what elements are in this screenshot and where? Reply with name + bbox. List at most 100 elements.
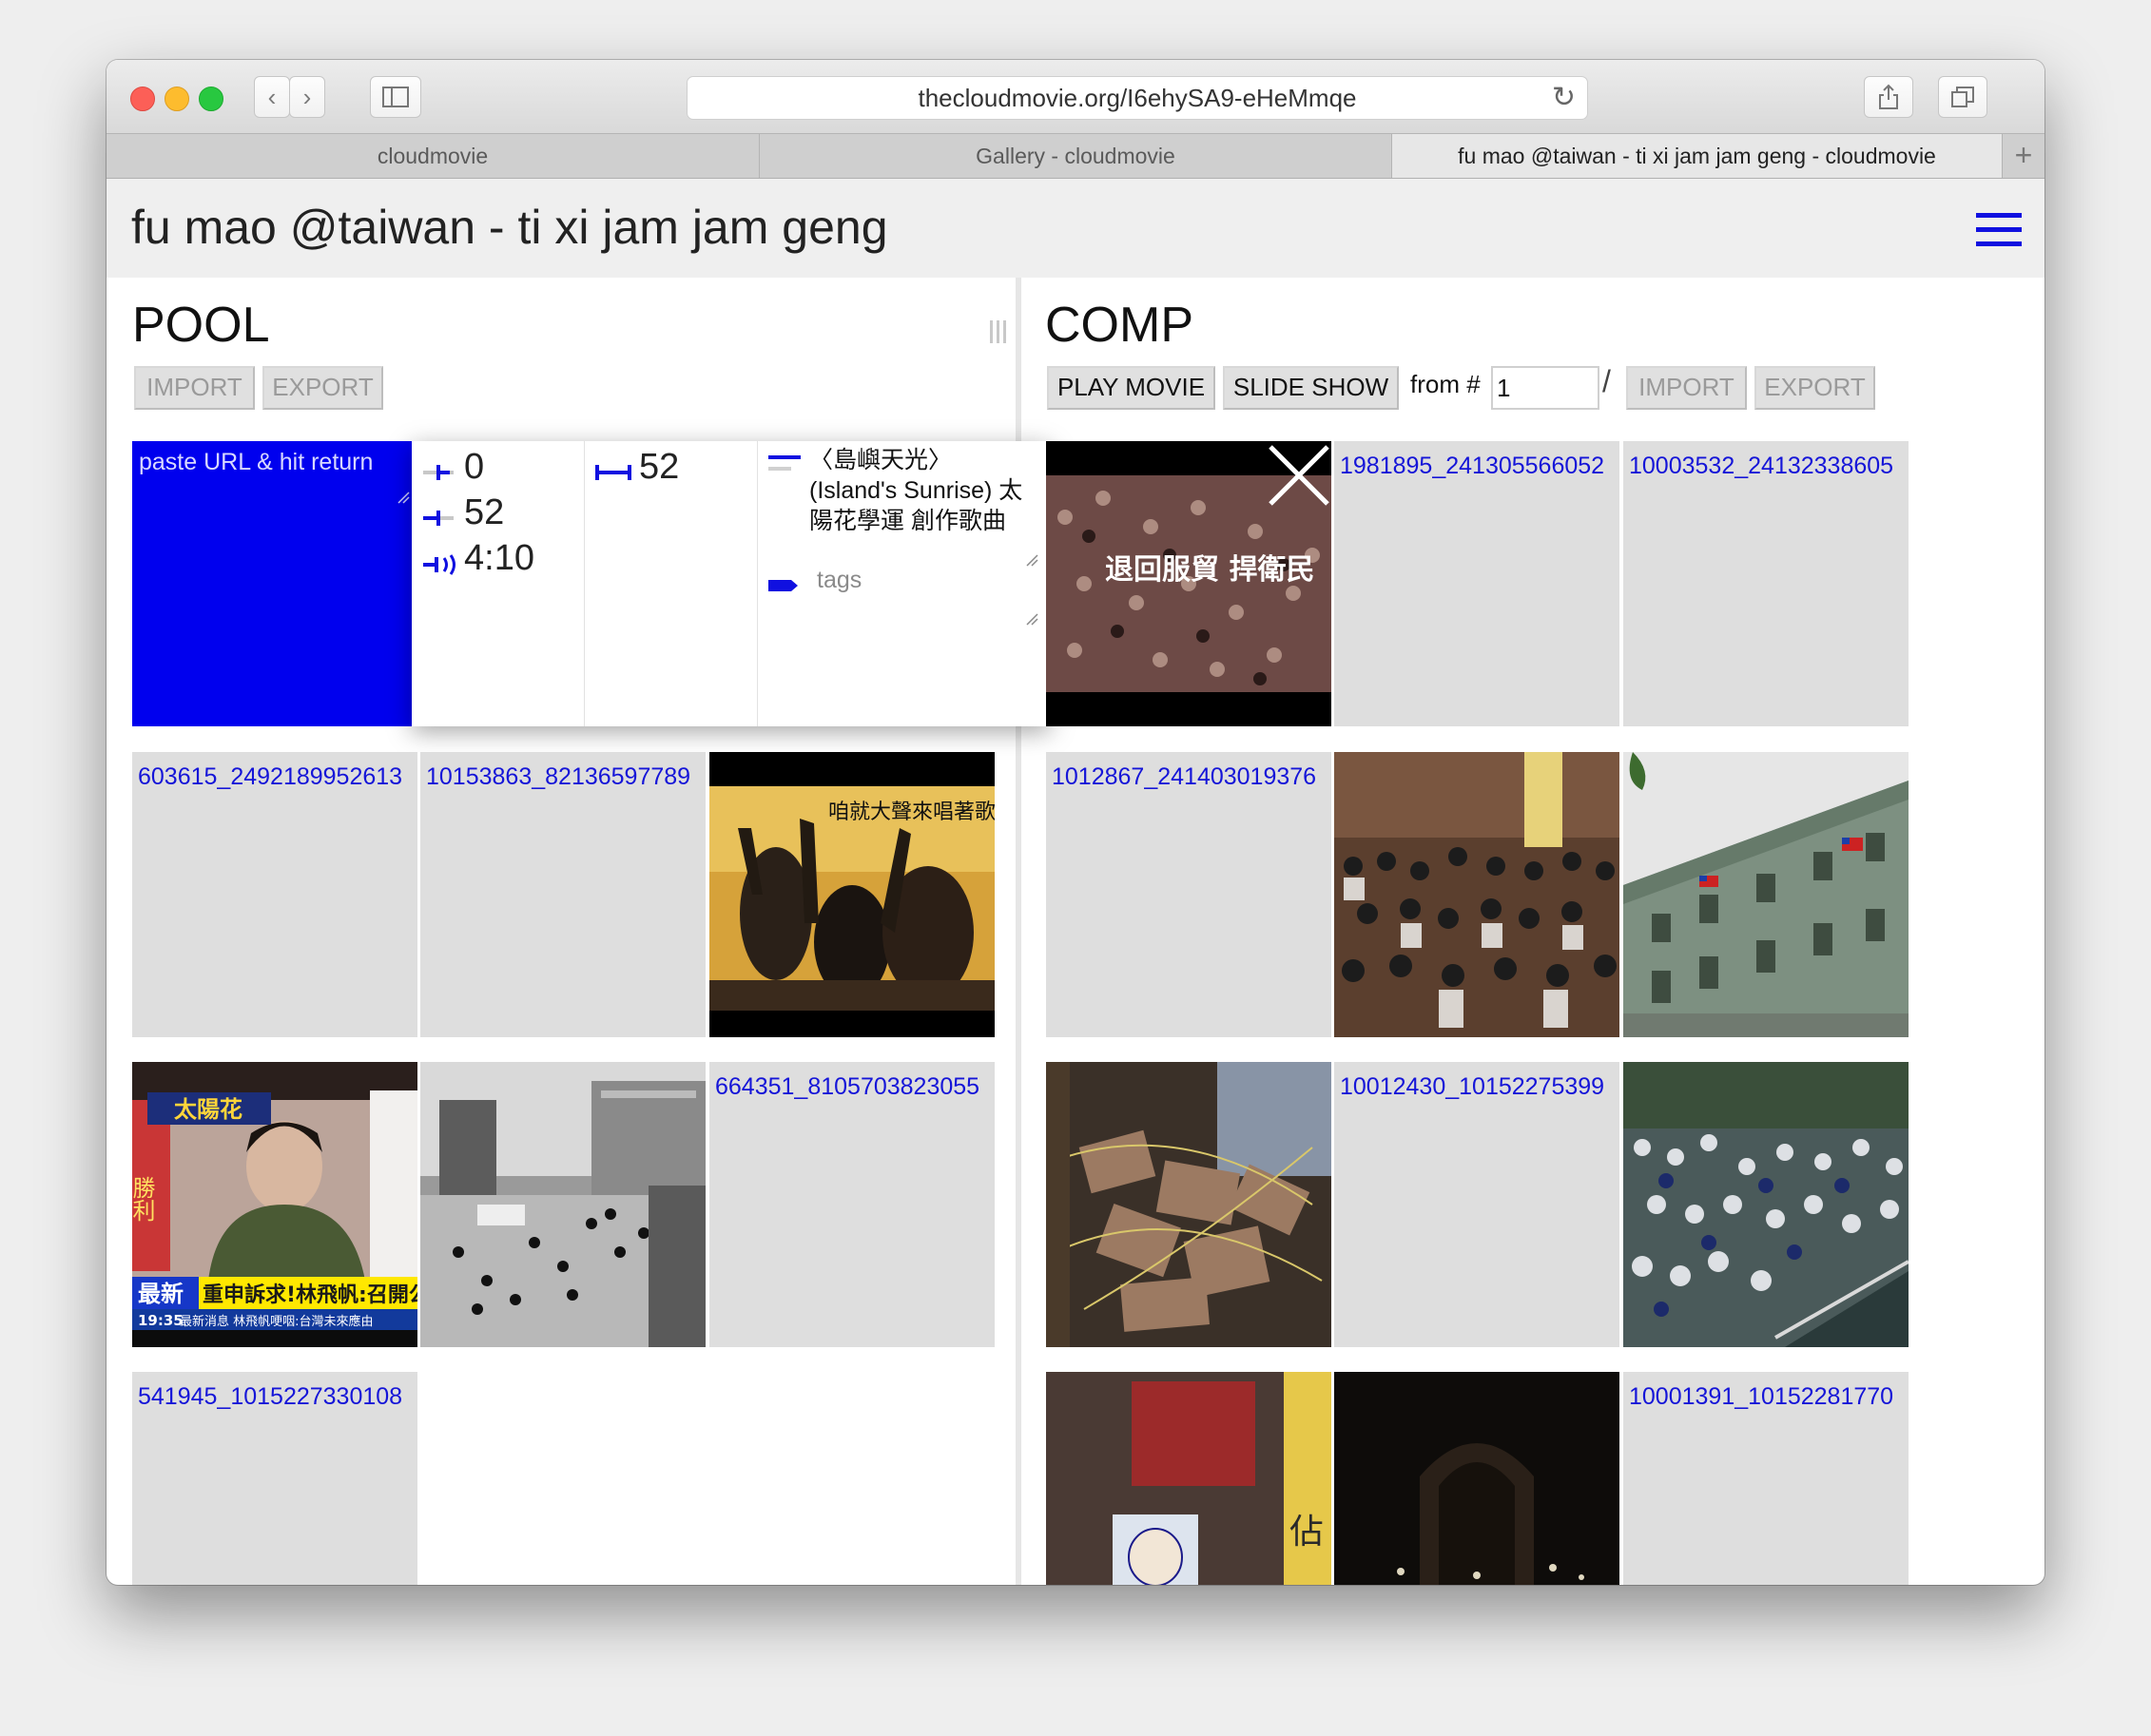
start-marker-icon — [423, 465, 454, 480]
chevron-left-icon: ‹ — [267, 83, 277, 111]
pool-import-button[interactable]: IMPORT — [134, 366, 255, 410]
paste-url-input[interactable]: paste URL & hit return — [132, 441, 412, 726]
sidebar-icon — [382, 87, 409, 107]
tab-current-movie[interactable]: fu mao @taiwan - ti xi jam jam geng - cl… — [1392, 134, 2003, 178]
back-button[interactable]: ‹ — [254, 76, 290, 118]
resize-grip-icon — [1026, 613, 1038, 626]
page-title: fu mao @taiwan - ti xi jam jam geng — [131, 201, 888, 254]
share-button[interactable] — [1864, 76, 1913, 118]
comp-tile-night[interactable] — [1334, 1372, 1619, 1585]
tile-label: 664351_8105703823055 — [715, 1073, 980, 1100]
pool-tile-street[interactable] — [420, 1062, 706, 1347]
slash-divider: / — [1602, 364, 1611, 398]
tile-label: 603615_2492189952613 — [138, 763, 403, 790]
pool-tile[interactable]: 603615_2492189952613 — [132, 752, 417, 1037]
image-caption-text: 退回服貿 捍衛民 — [1105, 553, 1314, 587]
comp-tile[interactable]: 10003532_24132338605 — [1623, 441, 1909, 726]
page-header: fu mao @taiwan - ti xi jam jam geng — [107, 179, 2044, 278]
close-window-button[interactable] — [130, 87, 155, 111]
night-building-image — [1334, 1372, 1619, 1585]
comp-tile-chairs[interactable] — [1046, 1062, 1331, 1347]
tab-cloudmovie[interactable]: cloudmovie — [107, 134, 760, 178]
slide-show-button[interactable]: SLIDE SHOW — [1223, 366, 1399, 410]
comp-title: COMP — [1045, 298, 1193, 353]
tag-icon — [768, 580, 798, 591]
zoom-window-button[interactable] — [199, 87, 223, 111]
url-text: thecloudmovie.org/I6ehySA9-eHeMmqe — [918, 84, 1357, 112]
comp-tile[interactable]: 1981895_241305566052 — [1334, 441, 1619, 726]
pool-tile[interactable]: 541945_1015227330108 — [132, 1372, 417, 1585]
street-crowd-image — [1623, 1062, 1909, 1347]
comp-tile-crowd[interactable] — [1623, 1062, 1909, 1347]
tile-label: 10003532_24132338605 — [1629, 453, 1894, 479]
tabs-icon — [1951, 87, 1974, 107]
police-street-image — [420, 1062, 706, 1347]
browser-toolbar: ‹ › thecloudmovie.org/I6ehySA9-eHeMmqe ↻ — [107, 60, 2044, 134]
comp-tile[interactable]: 10012430_10152275399 — [1334, 1062, 1619, 1347]
tile-label: 10012430_10152275399 — [1340, 1073, 1605, 1100]
tags-input[interactable]: tags — [817, 567, 862, 594]
comp-tile-selected[interactable]: 退回服貿 捍衛民 — [1046, 441, 1331, 726]
clip-editor-popup: 0 52 4:10 52 〈島嶼天光〉 (Island's Sunrise) 太… — [412, 441, 1050, 726]
tab-bar: cloudmovie Gallery - cloudmovie fu mao @… — [107, 134, 2044, 179]
close-icon[interactable] — [1265, 441, 1331, 510]
sidebar-toggle-button[interactable] — [370, 76, 421, 118]
comp-tile-assembly[interactable] — [1334, 752, 1619, 1037]
browser-window: ‹ › thecloudmovie.org/I6ehySA9-eHeMmqe ↻… — [107, 60, 2044, 1585]
length-icon — [595, 465, 631, 480]
news-time-text: 19:35 — [138, 1312, 184, 1329]
news-headline-text: 重申訴求!林飛帆:召開公民 — [203, 1283, 417, 1307]
tile-label: 541945_1015227330108 — [138, 1383, 403, 1410]
chevron-right-icon: › — [302, 83, 312, 111]
comp-tile-banner[interactable]: 佔 — [1046, 1372, 1331, 1585]
forward-button[interactable]: › — [289, 76, 325, 118]
pool-tile-news[interactable]: 太陽花 勝利 最新 重申訴求!林飛帆:召開公民 19:35 最新消息 林飛帆哽咽… — [132, 1062, 417, 1347]
start-time[interactable]: 0 — [464, 447, 484, 488]
from-index-input[interactable]: 1 — [1491, 366, 1599, 410]
comp-export-button[interactable]: EXPORT — [1754, 366, 1875, 410]
tab-gallery[interactable]: Gallery - cloudmovie — [760, 134, 1392, 178]
comp-tile[interactable]: 10001391_10152281770 — [1623, 1372, 1909, 1585]
government-building-image — [1623, 752, 1909, 1037]
duration: 4:10 — [464, 538, 534, 578]
pool-tile[interactable]: 664351_8105703823055 — [709, 1062, 995, 1347]
hamburger-menu-icon[interactable] — [1976, 213, 2022, 247]
end-time[interactable]: 52 — [464, 492, 504, 533]
pool-tile-poster[interactable]: 咱就大聲來唱著歌 — [709, 752, 995, 1037]
play-movie-button[interactable]: PLAY MOVIE — [1047, 366, 1215, 410]
tile-label: 1981895_241305566052 — [1340, 453, 1605, 479]
minimize-window-button[interactable] — [165, 87, 189, 111]
resize-grip-icon — [1026, 554, 1038, 567]
pool-export-button[interactable]: EXPORT — [262, 366, 383, 410]
new-tab-button[interactable]: + — [2003, 134, 2044, 178]
news-tag-text: 最新 — [138, 1281, 184, 1307]
news-broadcast-image: 太陽花 勝利 最新 重申訴求!林飛帆:召開公民 19:35 最新消息 林飛帆哽咽… — [132, 1062, 417, 1347]
comp-import-button[interactable]: IMPORT — [1626, 366, 1747, 410]
drag-handle-icon[interactable] — [990, 320, 1009, 343]
assembly-hall-image — [1334, 752, 1619, 1037]
banner-portrait-image: 佔 — [1046, 1372, 1331, 1585]
title-icon — [768, 455, 801, 471]
share-icon — [1879, 84, 1898, 109]
length-column: 52 — [584, 441, 758, 726]
end-marker-icon — [423, 511, 454, 526]
audio-duration-icon — [423, 554, 455, 575]
comp-tile[interactable]: 1012867_241403019376 — [1046, 752, 1331, 1037]
address-bar[interactable]: thecloudmovie.org/I6ehySA9-eHeMmqe ↻ — [687, 76, 1588, 120]
pool-tile[interactable]: 10153863_82136597789 — [420, 752, 706, 1037]
clip-length[interactable]: 52 — [639, 447, 679, 488]
paste-url-placeholder: paste URL & hit return — [139, 449, 374, 475]
from-label: from # — [1410, 370, 1481, 398]
clip-description[interactable]: 〈島嶼天光〉 (Island's Sunrise) 太陽花學運 創作歌曲 — [809, 445, 1024, 536]
news-logo-text: 太陽花 — [174, 1096, 242, 1123]
tile-label: 10001391_10152281770 — [1629, 1383, 1894, 1410]
show-tabs-button[interactable] — [1938, 76, 1987, 118]
banner-text: 佔 — [1289, 1513, 1324, 1552]
reload-icon[interactable]: ↻ — [1552, 77, 1576, 119]
concert-poster-image: 咱就大聲來唱著歌 — [709, 752, 995, 1037]
tile-label: 10153863_82136597789 — [426, 763, 691, 790]
resize-grip-icon — [397, 492, 410, 504]
news-side-text: 勝利 — [132, 1176, 155, 1222]
stacked-chairs-image — [1046, 1062, 1331, 1347]
comp-tile-building[interactable] — [1623, 752, 1909, 1037]
